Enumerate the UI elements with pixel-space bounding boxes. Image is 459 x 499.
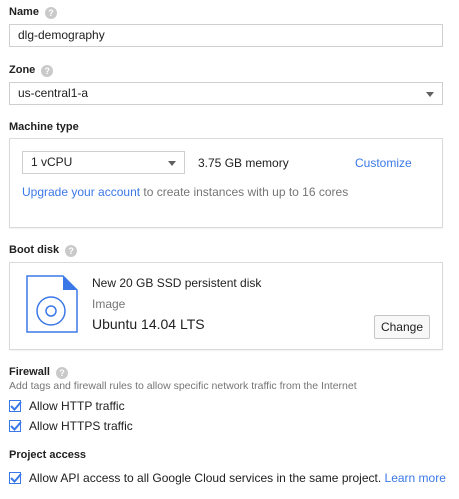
disk-icon	[26, 275, 78, 333]
change-button[interactable]: Change	[374, 315, 430, 339]
cpu-select[interactable]: 1 vCPU	[22, 151, 185, 174]
check-icon	[10, 401, 22, 411]
http-checkbox[interactable]	[9, 400, 22, 412]
name-input[interactable]: dlg-demography	[9, 24, 443, 47]
zone-label: Zone?	[9, 64, 54, 77]
chevron-down-icon	[168, 161, 176, 166]
help-icon[interactable]: ?	[65, 245, 78, 257]
project-access-label: Project access	[9, 449, 87, 461]
https-checkbox[interactable]	[9, 420, 22, 432]
image-value: Ubuntu 14.04 LTS	[92, 316, 205, 332]
learn-more-link[interactable]: Learn more	[385, 471, 446, 485]
upgrade-account-link[interactable]: Upgrade your account	[22, 185, 140, 199]
check-icon	[10, 421, 22, 431]
upgrade-text: Upgrade your account to create instances…	[22, 185, 349, 199]
check-icon	[10, 473, 22, 483]
help-icon[interactable]: ?	[41, 65, 54, 77]
help-icon[interactable]: ?	[55, 367, 68, 379]
name-label: Name?	[9, 6, 57, 19]
firewall-description: Add tags and firewall rules to allow spe…	[9, 380, 357, 392]
image-label: Image	[92, 297, 126, 311]
https-label: Allow HTTPS traffic	[29, 419, 133, 433]
machine-type-label: Machine type	[9, 121, 79, 133]
chevron-down-icon	[426, 92, 434, 97]
zone-select[interactable]: us-central1-a	[9, 82, 443, 105]
machine-type-panel: 1 vCPU 3.75 GB memory Customize Upgrade …	[9, 138, 443, 228]
boot-disk-label: Boot disk?	[9, 244, 78, 257]
help-icon[interactable]: ?	[44, 7, 57, 19]
firewall-label: Firewall?	[9, 366, 68, 379]
boot-disk-panel: New 20 GB SSD persistent disk Image Ubun…	[9, 262, 443, 350]
api-access-text: Allow API access to all Google Cloud ser…	[29, 471, 446, 485]
disk-title: New 20 GB SSD persistent disk	[92, 276, 262, 290]
memory-text: 3.75 GB memory	[198, 156, 289, 170]
customize-link[interactable]: Customize	[355, 156, 412, 170]
api-access-checkbox[interactable]	[9, 472, 22, 484]
http-label: Allow HTTP traffic	[29, 399, 125, 413]
